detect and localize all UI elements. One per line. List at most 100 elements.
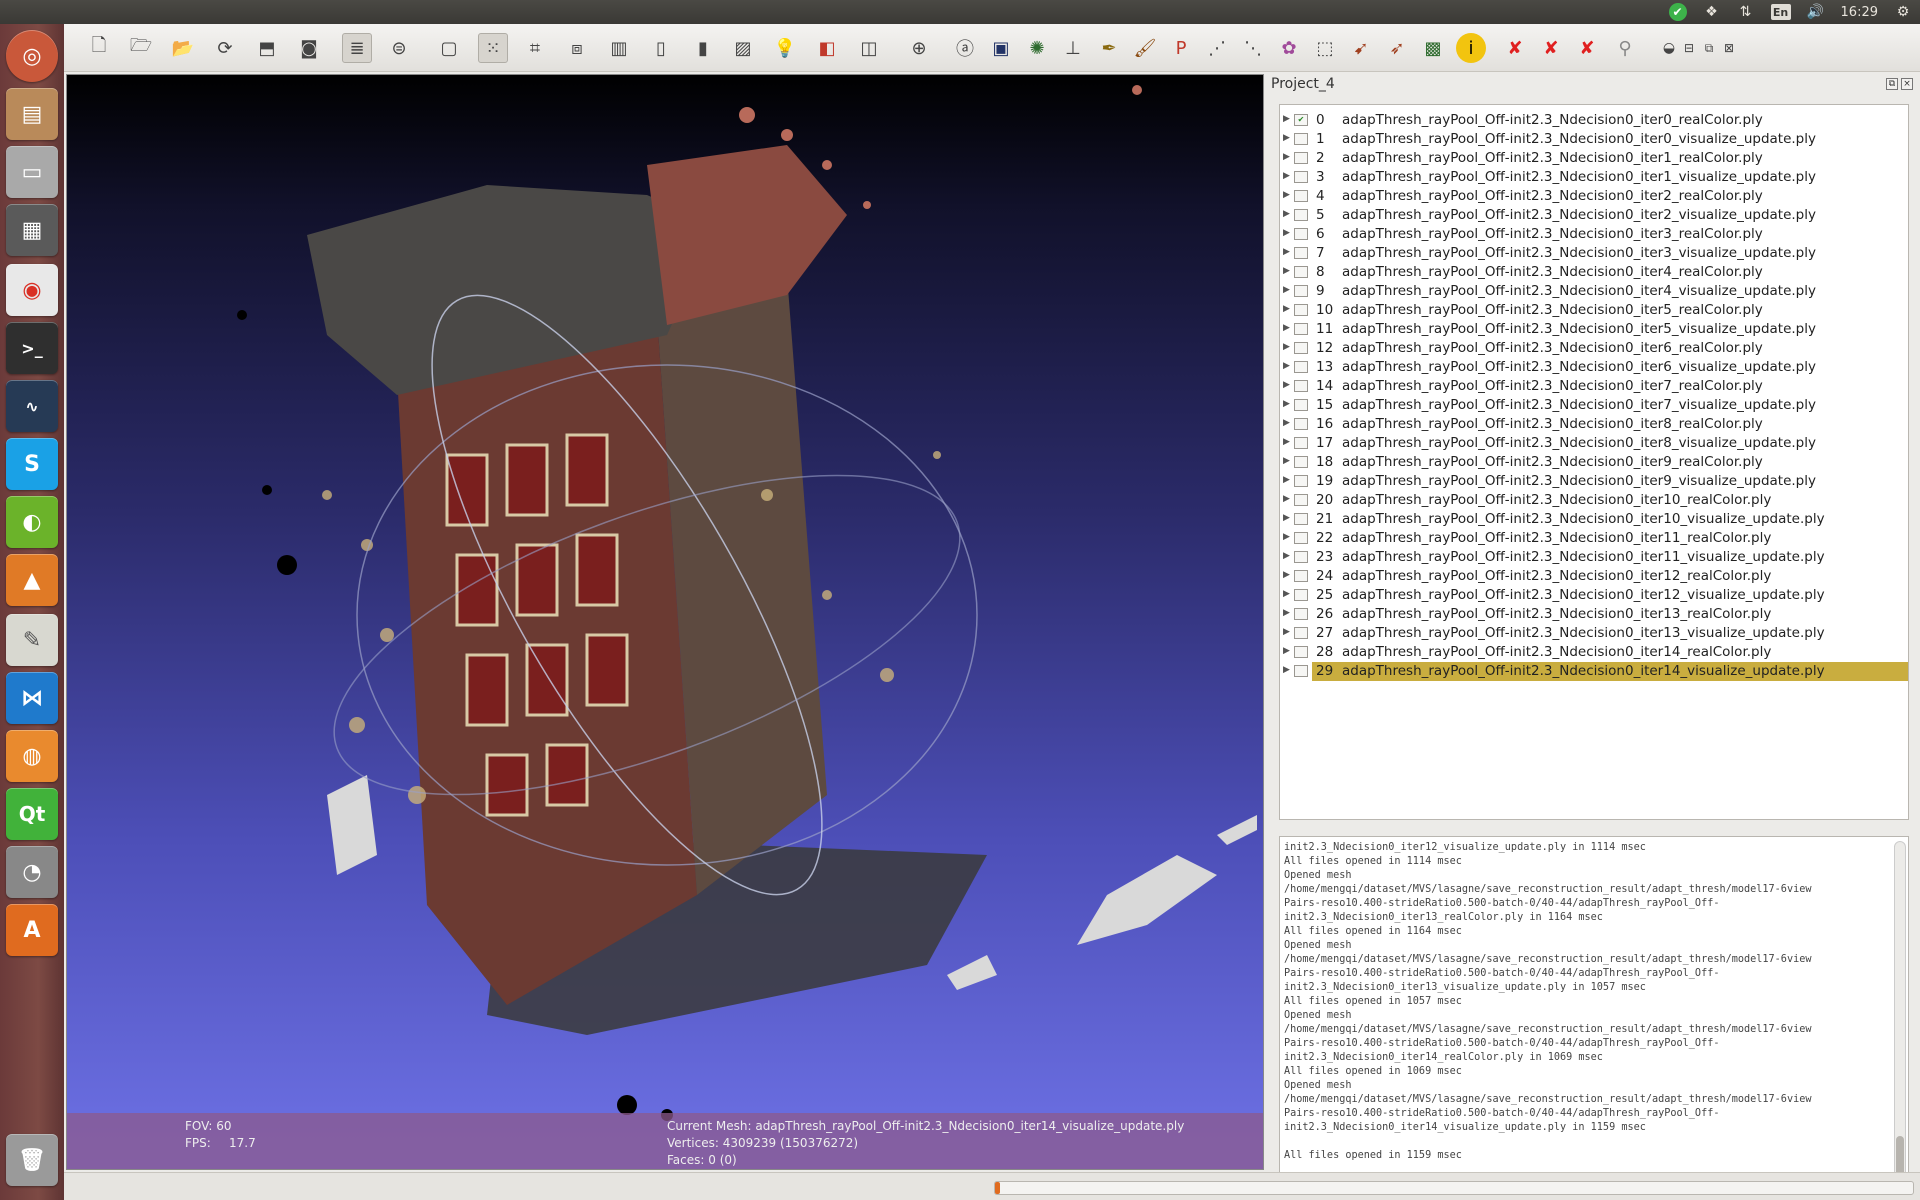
layer-label[interactable]: 22 adapThresh_rayPool_Off-init2.3_Ndecisi… <box>1312 529 1908 548</box>
layer-label[interactable]: 2 adapThresh_rayPool_Off-init2.3_Ndecisio… <box>1312 149 1908 168</box>
visibility-toggle-icon[interactable] <box>1294 361 1308 373</box>
expand-arrow-icon[interactable]: ▶ <box>1283 627 1290 637</box>
volume-icon[interactable]: 🔊 <box>1807 3 1825 21</box>
color-icon[interactable]: ◧ <box>812 33 842 63</box>
expand-arrow-icon[interactable]: ▶ <box>1283 665 1290 675</box>
flat-lines-icon[interactable]: ▥ <box>604 33 634 63</box>
expand-arrow-icon[interactable]: ▶ <box>1283 456 1290 466</box>
fill-hole-icon[interactable]: ➶ <box>1382 33 1412 63</box>
visibility-toggle-icon[interactable] <box>1294 171 1308 183</box>
visibility-toggle-icon[interactable] <box>1294 513 1308 525</box>
dropbox-icon[interactable]: ❖ <box>1703 3 1721 21</box>
layer-row[interactable]: ▶ 23 adapThresh_rayPool_Off-init2.3_Ndecis… <box>1280 548 1908 567</box>
visibility-toggle-icon[interactable] <box>1294 627 1308 639</box>
chrome-icon[interactable]: ◉ <box>6 264 58 316</box>
layer-row[interactable]: ▶ 25 adapThresh_rayPool_Off-init2.3_Ndecis… <box>1280 586 1908 605</box>
layer-row[interactable]: ▶ 14 adapThresh_rayPool_Off-init2.3_Ndecis… <box>1280 377 1908 396</box>
visibility-toggle-icon[interactable] <box>1294 551 1308 563</box>
search-icon[interactable]: ⚲ <box>1610 33 1640 63</box>
layer-row[interactable]: ▶ 4 adapThresh_rayPool_Off-init2.3_Ndecisi… <box>1280 187 1908 206</box>
info-snapshot-icon[interactable]: ▣ <box>986 33 1016 63</box>
visibility-toggle-icon[interactable] <box>1294 608 1308 620</box>
info-icon[interactable]: i <box>1456 33 1486 63</box>
layer-row[interactable]: ▶ 19 adapThresh_rayPool_Off-init2.3_Ndecis… <box>1280 472 1908 491</box>
system-monitor-icon[interactable]: ∿ <box>6 380 58 432</box>
visibility-toggle-icon[interactable] <box>1294 589 1308 601</box>
expand-arrow-icon[interactable]: ▶ <box>1283 114 1290 124</box>
visibility-toggle-icon[interactable] <box>1294 380 1308 392</box>
expand-arrow-icon[interactable]: ▶ <box>1283 551 1290 561</box>
layer-row[interactable]: ▶ 27 adapThresh_rayPool_Off-init2.3_Ndecis… <box>1280 624 1908 643</box>
expand-arrow-icon[interactable]: ▶ <box>1283 323 1290 333</box>
visibility-toggle-icon[interactable] <box>1294 152 1308 164</box>
expand-arrow-icon[interactable]: ▶ <box>1283 285 1290 295</box>
layer-row[interactable]: ▶ 18 adapThresh_rayPool_Off-init2.3_Ndecis… <box>1280 453 1908 472</box>
visibility-toggle-icon[interactable] <box>1294 532 1308 544</box>
normals-icon[interactable]: ✺ <box>1022 33 1052 63</box>
visibility-toggle-icon[interactable] <box>1294 323 1308 335</box>
expand-arrow-icon[interactable]: ▶ <box>1283 361 1290 371</box>
visibility-toggle-icon[interactable] <box>1294 570 1308 582</box>
expand-arrow-icon[interactable]: ▶ <box>1283 133 1290 143</box>
layer-row[interactable]: ▶ 8 adapThresh_rayPool_Off-init2.3_Ndecisi… <box>1280 263 1908 282</box>
trash-icon[interactable]: 🗑 <box>6 1134 58 1186</box>
layer-label[interactable]: 28 adapThresh_rayPool_Off-init2.3_Ndecisi… <box>1312 643 1908 662</box>
visibility-toggle-icon[interactable]: ✔ <box>1294 114 1308 126</box>
expand-arrow-icon[interactable]: ▶ <box>1283 608 1290 618</box>
layer-label[interactable]: 15 adapThresh_rayPool_Off-init2.3_Ndecisi… <box>1312 396 1908 415</box>
visibility-toggle-icon[interactable] <box>1294 342 1308 354</box>
select-plane-icon[interactable]: ⬚ <box>1310 33 1340 63</box>
expand-arrow-icon[interactable]: ▶ <box>1283 570 1290 580</box>
visibility-toggle-icon[interactable] <box>1294 665 1308 677</box>
float-panel-icon[interactable]: ⧉ <box>1886 78 1898 90</box>
layer-label[interactable]: 17 adapThresh_rayPool_Off-init2.3_Ndecisi… <box>1312 434 1908 453</box>
expand-arrow-icon[interactable]: ▶ <box>1283 190 1290 200</box>
layer-label[interactable]: 13 adapThresh_rayPool_Off-init2.3_Ndecisi… <box>1312 358 1908 377</box>
expand-arrow-icon[interactable]: ▶ <box>1283 437 1290 447</box>
layer-label[interactable]: 9 adapThresh_rayPool_Off-init2.3_Ndecisio… <box>1312 282 1908 301</box>
layer-row[interactable]: ▶ 11 adapThresh_rayPool_Off-init2.3_Ndecis… <box>1280 320 1908 339</box>
clock[interactable]: 16:29 <box>1841 5 1878 20</box>
snapshot-icon[interactable]: ◙ <box>294 33 324 63</box>
layer-row[interactable]: ▶ 5 adapThresh_rayPool_Off-init2.3_Ndecisi… <box>1280 206 1908 225</box>
layer-row[interactable]: ▶ 22 adapThresh_rayPool_Off-init2.3_Ndecis… <box>1280 529 1908 548</box>
layer-row[interactable]: ▶ 29 adapThresh_rayPool_Off-init2.3_Ndecis… <box>1280 662 1908 681</box>
layer-row[interactable]: ▶ 3 adapThresh_rayPool_Off-init2.3_Ndecisi… <box>1280 168 1908 187</box>
paint-pdf-icon[interactable]: P <box>1166 33 1196 63</box>
layer-label[interactable]: 1 adapThresh_rayPool_Off-init2.3_Ndecisio… <box>1312 130 1908 149</box>
select-vertices-icon[interactable]: ⋰ <box>1202 33 1232 63</box>
ubuntu-dash-icon[interactable]: ◎ <box>6 30 58 82</box>
terminal-icon[interactable]: >_ <box>6 322 58 374</box>
expand-arrow-icon[interactable]: ▶ <box>1283 152 1290 162</box>
bbox-icon[interactable]: ▢ <box>434 33 464 63</box>
hiddenlines-icon[interactable]: ⧈ <box>562 33 592 63</box>
layer-row[interactable]: ▶ 9 adapThresh_rayPool_Off-init2.3_Ndecisi… <box>1280 282 1908 301</box>
layer-row[interactable]: ▶ 12 adapThresh_rayPool_Off-init2.3_Ndecis… <box>1280 339 1908 358</box>
layer-label[interactable]: 14 adapThresh_rayPool_Off-init2.3_Ndecisi… <box>1312 377 1908 396</box>
log-panel[interactable]: init2.3_Ndecision0_iter12_visualize_upda… <box>1279 836 1909 1184</box>
visibility-toggle-icon[interactable] <box>1294 475 1308 487</box>
expand-arrow-icon[interactable]: ▶ <box>1283 513 1290 523</box>
expand-arrow-icon[interactable]: ▶ <box>1283 532 1290 542</box>
layer-row[interactable]: ▶ 26 adapThresh_rayPool_Off-init2.3_Ndecis… <box>1280 605 1908 624</box>
layer-label[interactable]: 19 adapThresh_rayPool_Off-init2.3_Ndecisi… <box>1312 472 1908 491</box>
visibility-toggle-icon[interactable] <box>1294 266 1308 278</box>
layer-label[interactable]: 26 adapThresh_rayPool_Off-init2.3_Ndecisi… <box>1312 605 1908 624</box>
expand-arrow-icon[interactable]: ▶ <box>1283 171 1290 181</box>
texture-icon[interactable]: ▨ <box>728 33 758 63</box>
delete-selected-icon[interactable]: ✘ <box>1572 33 1602 63</box>
qt-creator-icon[interactable]: Qt <box>6 788 58 840</box>
layer-label[interactable]: 25 adapThresh_rayPool_Off-init2.3_Ndecisi… <box>1312 586 1908 605</box>
layer-row[interactable]: ▶ 28 adapThresh_rayPool_Off-init2.3_Ndecis… <box>1280 643 1908 662</box>
visibility-toggle-icon[interactable] <box>1294 304 1308 316</box>
visibility-toggle-icon[interactable] <box>1294 133 1308 145</box>
import-mesh-icon[interactable]: 📂 <box>168 33 198 63</box>
layer-label[interactable]: 12 adapThresh_rayPool_Off-init2.3_Ndecisi… <box>1312 339 1908 358</box>
quality-mapper-icon[interactable]: ✒ <box>1094 33 1124 63</box>
nvidia-icon[interactable]: ◐ <box>6 496 58 548</box>
export-mesh-icon[interactable]: ⬒ <box>252 33 282 63</box>
expand-arrow-icon[interactable]: ▶ <box>1283 380 1290 390</box>
layer-row[interactable]: ▶ ✔ 0 adapThresh_rayPool_Off-init2.3_Ndecis… <box>1280 111 1908 130</box>
expand-arrow-icon[interactable]: ▶ <box>1283 646 1290 656</box>
layer-row[interactable]: ▶ 2 adapThresh_rayPool_Off-init2.3_Ndecisi… <box>1280 149 1908 168</box>
